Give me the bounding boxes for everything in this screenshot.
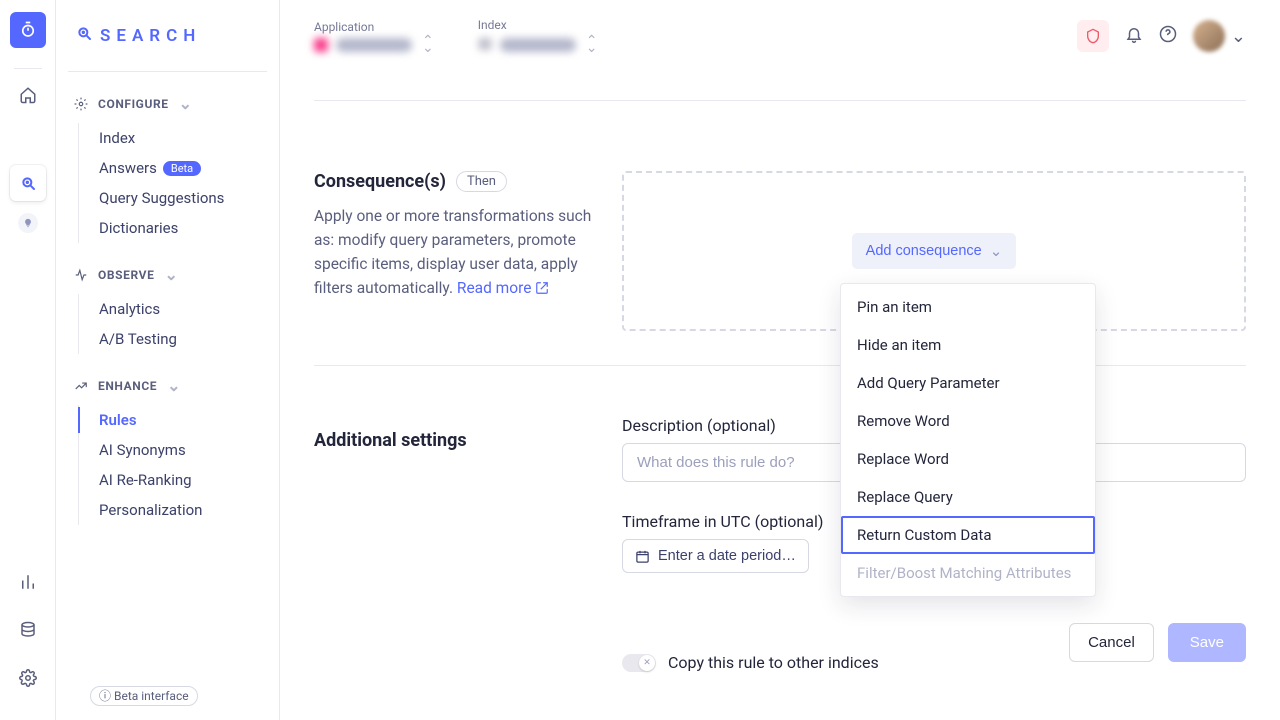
- beta-badge: Beta: [163, 161, 201, 176]
- dropdown-item-pin[interactable]: Pin an item: [841, 288, 1095, 326]
- dropdown-item-return-custom-data[interactable]: Return Custom Data: [841, 516, 1095, 554]
- chevron-down-icon: ⌄: [990, 242, 1003, 260]
- chevron-down-icon: ⌄: [1231, 26, 1246, 47]
- search-app-icon[interactable]: [10, 165, 46, 201]
- sidebar-title: SEARCH: [68, 0, 267, 72]
- database-icon[interactable]: [10, 612, 46, 648]
- sidebar: SEARCH CONFIGURE ⌄ Index Answers Beta Qu…: [56, 0, 280, 720]
- sidebar-item-index[interactable]: Index: [99, 123, 267, 153]
- pulse-icon: [74, 268, 88, 282]
- sidebar-item-ab-testing[interactable]: A/B Testing: [99, 324, 267, 354]
- consequence-title: Consequence(s): [314, 171, 446, 192]
- calendar-icon: [635, 549, 650, 564]
- bell-icon[interactable]: [1125, 25, 1143, 48]
- stepper-icon: ⌃⌄: [586, 38, 598, 52]
- sidebar-item-query-suggestions[interactable]: Query Suggestions: [99, 183, 267, 213]
- bar-chart-icon[interactable]: [10, 564, 46, 600]
- add-consequence-button[interactable]: Add consequence ⌄: [852, 233, 1017, 269]
- main: Application ⌃⌄ Index ⌃⌄: [280, 0, 1280, 720]
- copy-rule-label: Copy this rule to other indices: [668, 653, 879, 672]
- top-bar: Application ⌃⌄ Index ⌃⌄: [280, 0, 1280, 72]
- consequence-description: Apply one or more transformations such a…: [314, 204, 598, 300]
- beta-interface-chip[interactable]: ⓘ Beta interface: [90, 686, 198, 706]
- lightbulb-icon[interactable]: [18, 213, 38, 233]
- user-menu[interactable]: ⌄: [1193, 20, 1246, 52]
- section-head-enhance[interactable]: ENHANCE ⌄: [68, 376, 267, 395]
- dropdown-item-hide[interactable]: Hide an item: [841, 326, 1095, 364]
- settings-icon[interactable]: [10, 660, 46, 696]
- timer-icon[interactable]: [10, 12, 46, 48]
- icon-rail: [0, 0, 56, 720]
- consequence-dropdown: Pin an item Hide an item Add Query Param…: [840, 283, 1096, 597]
- dropdown-item-filter-boost: Filter/Boost Matching Attributes: [841, 554, 1095, 592]
- sidebar-item-ai-reranking[interactable]: AI Re-Ranking: [99, 465, 267, 495]
- trend-icon: [74, 379, 88, 393]
- app-logo-icon: [76, 25, 92, 46]
- gear-icon: [74, 97, 88, 111]
- chevron-down-icon: ⌄: [164, 265, 178, 284]
- timeframe-picker[interactable]: Enter a date period…: [622, 539, 809, 573]
- save-button[interactable]: Save: [1168, 623, 1246, 662]
- dropdown-item-replace-word[interactable]: Replace Word: [841, 440, 1095, 478]
- avatar: [1193, 20, 1225, 52]
- sidebar-item-answers[interactable]: Answers Beta: [99, 153, 267, 183]
- dropdown-item-remove-word[interactable]: Remove Word: [841, 402, 1095, 440]
- home-icon[interactable]: [10, 77, 46, 113]
- application-selector[interactable]: Application ⌃⌄: [314, 20, 434, 52]
- sidebar-item-ai-synonyms[interactable]: AI Synonyms: [99, 435, 267, 465]
- external-link-icon: [535, 281, 549, 295]
- section-head-configure[interactable]: CONFIGURE ⌄: [68, 94, 267, 113]
- db-icon: [478, 36, 492, 55]
- shield-icon[interactable]: [1077, 20, 1109, 52]
- index-selector[interactable]: Index ⌃⌄: [478, 18, 598, 55]
- cancel-button[interactable]: Cancel: [1069, 623, 1154, 662]
- sidebar-item-personalization[interactable]: Personalization: [99, 495, 267, 525]
- chevron-down-icon: ⌄: [179, 94, 193, 113]
- dropdown-item-replace-query[interactable]: Replace Query: [841, 478, 1095, 516]
- additional-settings-title: Additional settings: [314, 430, 598, 451]
- stepper-icon: ⌃⌄: [422, 38, 434, 52]
- copy-rule-toggle[interactable]: [622, 654, 656, 672]
- dropdown-item-add-query-param[interactable]: Add Query Parameter: [841, 364, 1095, 402]
- sidebar-item-rules[interactable]: Rules: [99, 405, 267, 435]
- read-more-link[interactable]: Read more: [457, 279, 549, 297]
- section-head-observe[interactable]: OBSERVE ⌄: [68, 265, 267, 284]
- chevron-down-icon: ⌄: [167, 376, 181, 395]
- then-pill: Then: [456, 171, 507, 192]
- sidebar-item-analytics[interactable]: Analytics: [99, 294, 267, 324]
- sidebar-item-dictionaries[interactable]: Dictionaries: [99, 213, 267, 243]
- help-icon[interactable]: [1159, 25, 1177, 48]
